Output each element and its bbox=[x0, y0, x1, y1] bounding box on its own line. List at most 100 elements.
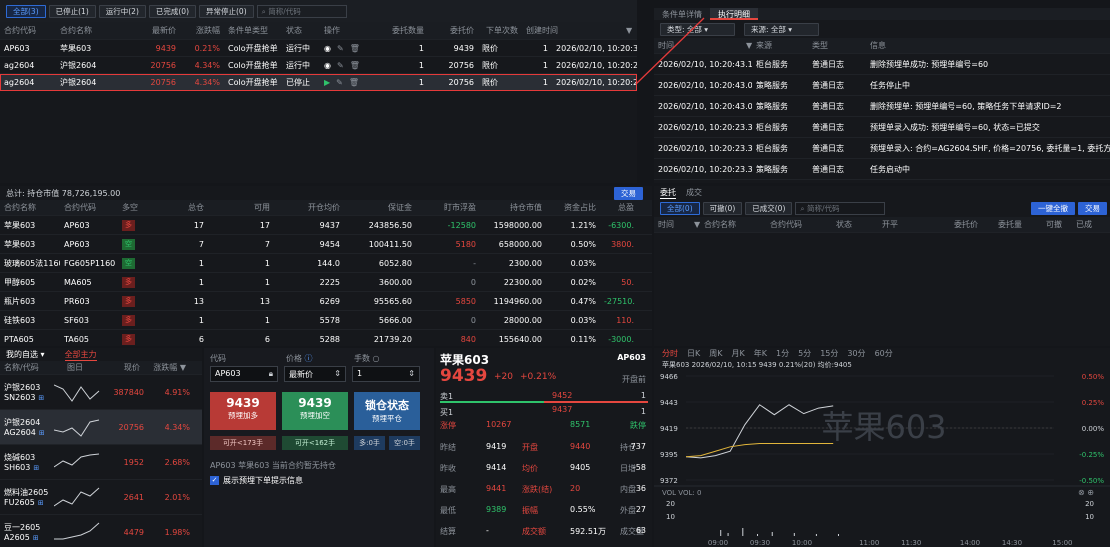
col-name[interactable]: 合约名称 bbox=[56, 25, 120, 36]
close-position-button[interactable]: 锁仓状态 预埋平仓 bbox=[354, 392, 420, 430]
orders-tab-all[interactable]: 全部(0) bbox=[660, 201, 700, 215]
ord-col-cancel[interactable]: 可撤 bbox=[1026, 219, 1066, 230]
cond-tab-stopped[interactable]: 已停止(1) bbox=[48, 4, 96, 18]
watch-row[interactable]: 豆一2605 A2605 ⊞ 4479 1.98% bbox=[0, 515, 202, 547]
intraday-chart[interactable]: 9466 0.50% 9443 0.25% 9419 0.00% 9395 -0.25% 937… bbox=[654, 368, 1110, 547]
col-status[interactable]: 状态 bbox=[282, 25, 320, 36]
delete-icon[interactable]: 🗑︎ bbox=[350, 44, 360, 53]
cancel-all-button[interactable]: 一键全撤 bbox=[1031, 201, 1075, 215]
ord-col-code[interactable]: 合约代码 bbox=[766, 219, 832, 230]
position-row[interactable]: 硅铁603 SF603 多 1 1 5578 5666.00 0 28000.00 0.03% 11… bbox=[0, 311, 652, 330]
chart-tab[interactable]: 月K bbox=[732, 348, 745, 359]
col-chg[interactable]: 涨跌幅 bbox=[180, 25, 224, 36]
delete-icon[interactable]: 🗑︎ bbox=[350, 61, 360, 70]
col-last[interactable]: 最新价 bbox=[120, 25, 180, 36]
chart-tab[interactable]: 分时 bbox=[662, 348, 678, 359]
watch-row[interactable]: 燃料油2605 FU2605 ⊞ 2641 2.01% bbox=[0, 480, 202, 515]
log-row[interactable]: 2026/02/10, 10:20:43.091策略服务普通日志任务停止中 bbox=[654, 75, 1110, 96]
position-row[interactable]: 瓶片603 PR603 多 13 13 6269 95565.60 5850 1194960.0… bbox=[0, 292, 652, 311]
qty-stepper[interactable]: 1 ⇕ bbox=[352, 366, 420, 382]
ord-col-time[interactable]: 时间 bbox=[654, 219, 690, 230]
ord-sort-icon[interactable]: ▼ bbox=[690, 220, 700, 229]
position-row[interactable]: 甲醇605 MA605 多 1 1 2225 3600.00 0 22300.00 0.02% 50… bbox=[0, 273, 652, 292]
delete-icon[interactable]: 🗑︎ bbox=[349, 78, 359, 87]
pos-col-dir[interactable]: 多空 bbox=[118, 202, 158, 213]
pos-col-pnl[interactable]: 总盈 bbox=[600, 202, 638, 213]
chart-tab[interactable]: 年K bbox=[754, 348, 767, 359]
ord-col-price[interactable]: 委托价 bbox=[934, 219, 982, 230]
tab-trades[interactable]: 成交 bbox=[686, 187, 702, 198]
log-col-type[interactable]: 类型 bbox=[808, 40, 866, 51]
col-code[interactable]: 合约代码 bbox=[0, 25, 56, 36]
chart-tab[interactable]: 1分 bbox=[776, 348, 789, 359]
chart-tab[interactable]: 60分 bbox=[875, 348, 893, 359]
log-col-info[interactable]: 信息 bbox=[866, 40, 1106, 51]
ask-price[interactable]: 9452 bbox=[552, 391, 572, 400]
log-row[interactable]: 2026/02/10, 10:20:23.379 策略服务 普通日志 任务启动中 bbox=[654, 159, 1110, 180]
chart-tab[interactable]: 周K bbox=[709, 348, 722, 359]
help-icon[interactable]: ⓘ bbox=[305, 354, 313, 363]
bid-price[interactable]: 9437 bbox=[552, 405, 572, 414]
ord-col-name[interactable]: 合约名称 bbox=[700, 219, 766, 230]
tips-checkbox[interactable]: ✓ 展示预埋下单提示信息 bbox=[210, 475, 303, 486]
chart-tab[interactable]: 15分 bbox=[820, 348, 838, 359]
tab-my-watchlist[interactable]: 我的自选 ▾ bbox=[6, 349, 45, 360]
cond-search-input[interactable]: ⌕ 简称/代码 bbox=[256, 4, 347, 18]
ord-col-filled[interactable]: 已成 bbox=[1066, 219, 1096, 230]
add-icon[interactable]: ⊞ bbox=[38, 394, 44, 402]
edit-icon[interactable]: ✎ bbox=[337, 61, 344, 70]
col-type[interactable]: 条件单类型 bbox=[224, 25, 282, 36]
cond-row[interactable]: ag2604 沪银2604 20756 4.34% Colo开盘抢单 已停止 ▶ ✎ 🗑︎ 1 20… bbox=[0, 74, 637, 91]
add-icon[interactable]: ⊞ bbox=[38, 499, 44, 507]
pos-col-avail[interactable]: 可用 bbox=[208, 202, 274, 213]
pos-col-total[interactable]: 总仓 bbox=[158, 202, 208, 213]
edit-icon[interactable]: ✎ bbox=[337, 44, 344, 53]
cond-tab-done[interactable]: 已完成(0) bbox=[148, 4, 196, 18]
cond-tab-error[interactable]: 异常停止(0) bbox=[199, 4, 254, 18]
position-row[interactable]: PTA605 TA605 多 6 6 5288 21739.20 840 155640.00 0.… bbox=[0, 330, 652, 346]
cond-tab-running[interactable]: 运行中(2) bbox=[98, 4, 146, 18]
tab-all-main[interactable]: 全部主力 bbox=[64, 349, 97, 361]
col-time[interactable]: 创建时间 bbox=[522, 25, 622, 36]
pos-col-float[interactable]: 盯市浮盈 bbox=[416, 202, 480, 213]
pos-col-avg[interactable]: 开仓均价 bbox=[274, 202, 344, 213]
price-type-select[interactable]: 最新价 ⇕ bbox=[284, 366, 346, 382]
sell-short-button[interactable]: 9439 预埋加空 bbox=[282, 392, 348, 430]
log-col-source[interactable]: 来源 bbox=[752, 40, 808, 51]
buy-long-button[interactable]: 9439 预埋加多 bbox=[210, 392, 276, 430]
cond-row[interactable]: ag2604 沪银2604 20756 4.34% Colo开盘抢单 运行中 ◉ ✎ 🗑︎ 1 20… bbox=[0, 57, 637, 74]
tab-exec-detail[interactable]: 执行明细 bbox=[710, 8, 758, 20]
chart-tab[interactable]: 日K bbox=[687, 348, 700, 359]
pos-col-name[interactable]: 合约名称 bbox=[0, 202, 60, 213]
orders-tab-filled[interactable]: 已成交(0) bbox=[745, 201, 793, 215]
watch-col-name[interactable]: 名称/代码 bbox=[0, 362, 50, 373]
orders-search-input[interactable]: ⌕ 简称/代码 bbox=[795, 201, 886, 215]
col-qty[interactable]: 委托数量 bbox=[370, 25, 428, 36]
watch-row[interactable]: 烧碱603 SH603 ⊞ 1952 2.68% bbox=[0, 445, 202, 480]
cond-row[interactable]: AP603 苹果603 9439 0.21% Colo开盘抢单 运行中 ◉ ✎ 🗑︎ 1 9439 限… bbox=[0, 40, 637, 57]
cond-tab-all[interactable]: 全部(3) bbox=[6, 4, 46, 18]
position-row[interactable]: 苹果603 AP603 多 17 17 9437 243856.50 -12580 159800… bbox=[0, 216, 652, 235]
ord-col-qty[interactable]: 委托量 bbox=[982, 219, 1026, 230]
pos-col-mv[interactable]: 持仓市值 bbox=[480, 202, 546, 213]
log-row[interactable]: 2026/02/10, 10:20:23.379 柜台服务 普通日志 预埋单录入: 合… bbox=[654, 138, 1110, 159]
log-row[interactable]: 2026/02/10, 10:20:43.091 策略服务 普通日志 删除预埋单: 预… bbox=[654, 96, 1110, 117]
pos-col-margin[interactable]: 保证金 bbox=[344, 202, 416, 213]
pos-col-ratio[interactable]: 资金占比 bbox=[546, 202, 600, 213]
watch-col-price[interactable]: 现价 bbox=[100, 362, 144, 373]
orders-tab-cancelable[interactable]: 可撤(0) bbox=[702, 201, 743, 215]
ord-col-oc[interactable]: 开平 bbox=[878, 219, 934, 230]
start-icon[interactable]: ▶ bbox=[324, 78, 330, 87]
log-sort-icon[interactable]: ▼ bbox=[742, 41, 752, 50]
col-op[interactable]: 操作 bbox=[320, 25, 370, 36]
pause-icon[interactable]: ◉ bbox=[324, 44, 331, 53]
add-icon[interactable]: ⊞ bbox=[33, 464, 39, 472]
watch-row[interactable]: 沪银2604 AG2604 ⊞ 20756 4.34% bbox=[0, 410, 202, 445]
orders-trade-button[interactable]: 交易 bbox=[1078, 201, 1107, 215]
qty-stepper-icon[interactable]: ⇕ bbox=[408, 369, 415, 378]
edit-icon[interactable]: ✎ bbox=[336, 78, 343, 87]
chart-tab[interactable]: 30分 bbox=[847, 348, 865, 359]
price-stepper-icon[interactable]: ⇕ bbox=[334, 369, 341, 378]
col-price[interactable]: 委托价 bbox=[428, 25, 478, 36]
log-row[interactable]: 2026/02/10, 10:20:43.102柜台服务普通日志删除预埋单成功:… bbox=[654, 54, 1110, 75]
